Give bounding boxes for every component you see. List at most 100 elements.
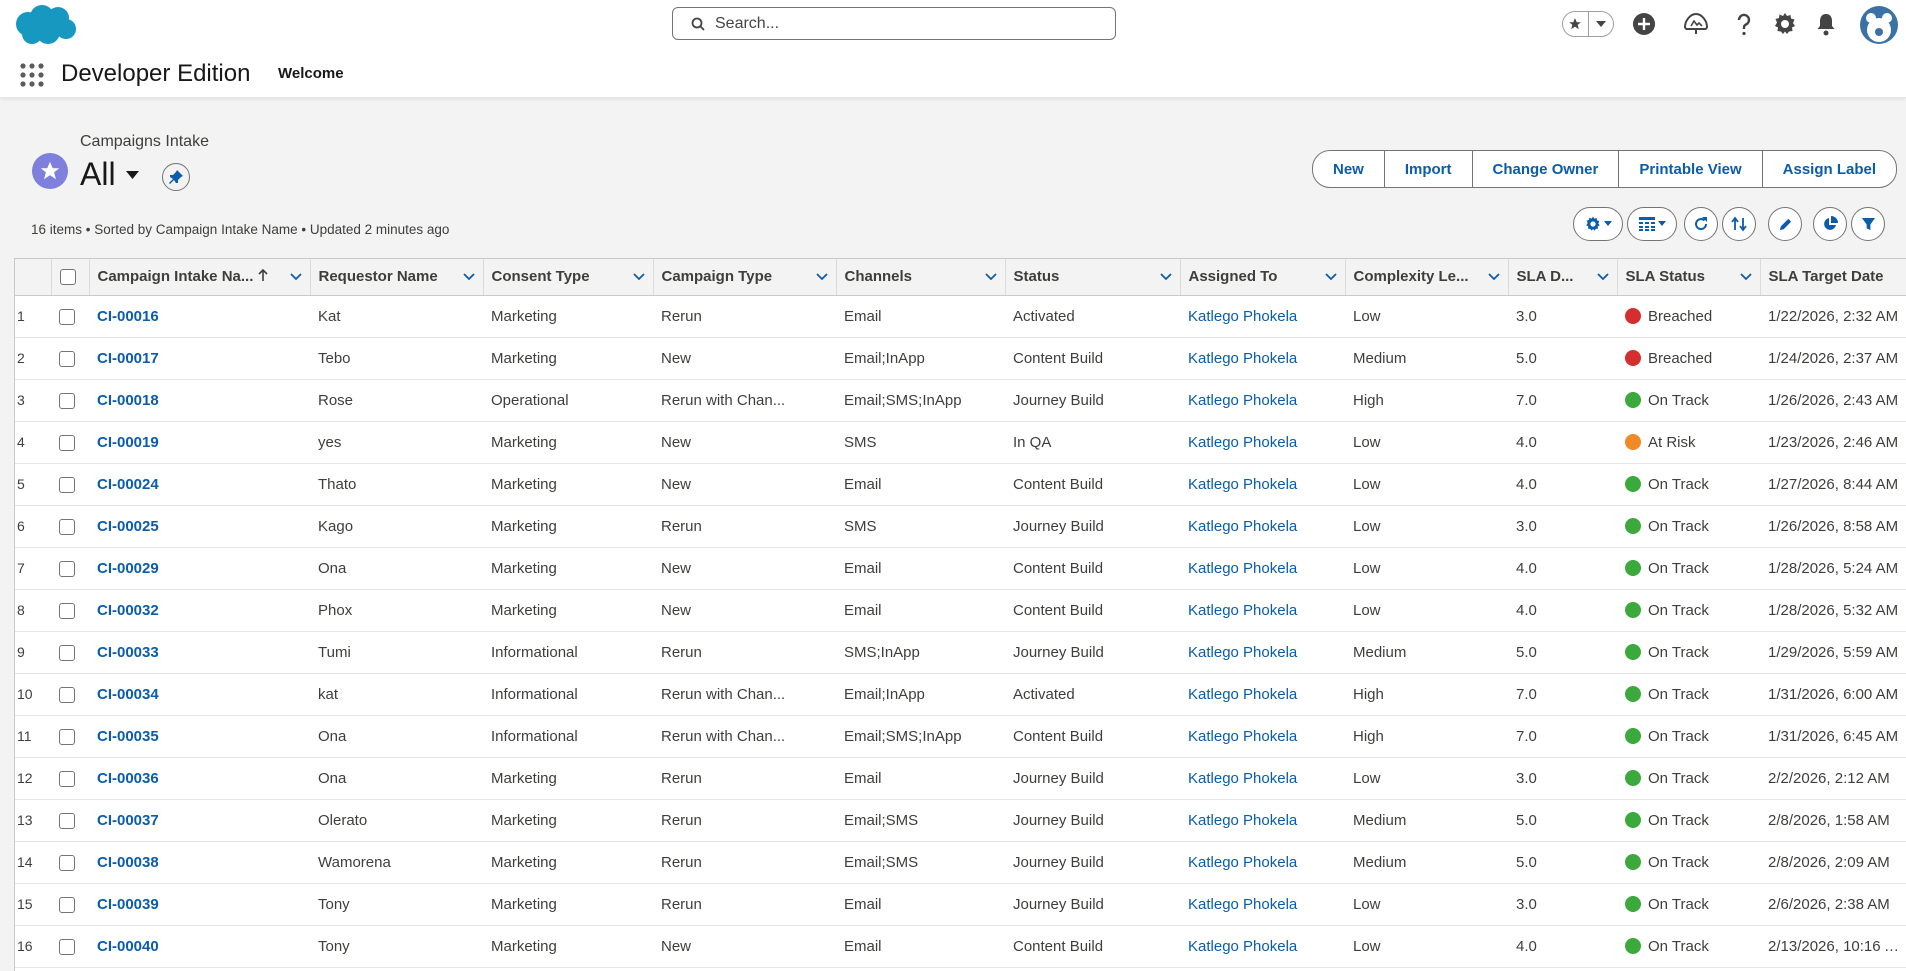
chevron-down-icon[interactable] xyxy=(289,273,302,281)
column-header[interactable]: Consent Type xyxy=(483,259,654,296)
campaign-intake-link[interactable]: CI-00025 xyxy=(97,518,159,535)
change-owner-button[interactable]: Change Owner xyxy=(1473,151,1620,187)
assigned-to-link[interactable]: Katlego Phokela xyxy=(1188,560,1297,577)
row-checkbox[interactable] xyxy=(59,770,75,787)
campaign-intake-link[interactable]: CI-00017 xyxy=(97,350,159,367)
sort-button[interactable] xyxy=(1722,207,1756,241)
campaign-intake-link[interactable]: CI-00029 xyxy=(97,560,159,577)
row-checkbox[interactable] xyxy=(59,350,75,367)
notification-bell-icon[interactable] xyxy=(1815,12,1837,36)
campaign-intake-link[interactable]: CI-00038 xyxy=(97,854,159,871)
display-as-table-button[interactable] xyxy=(1627,207,1677,241)
campaign-intake-link[interactable]: CI-00019 xyxy=(97,434,159,451)
assign-label-button[interactable]: Assign Label xyxy=(1763,151,1896,187)
refresh-button[interactable] xyxy=(1684,207,1718,241)
gear-icon[interactable] xyxy=(1773,12,1797,36)
column-header[interactable]: Campaign Type xyxy=(653,259,837,296)
column-header[interactable]: SLA Target Date xyxy=(1760,259,1906,296)
printable-view-button[interactable]: Printable View xyxy=(1619,151,1763,187)
row-checkbox[interactable] xyxy=(59,476,75,493)
list-view-name[interactable]: All xyxy=(80,156,116,193)
nav-item-welcome[interactable]: Welcome xyxy=(278,65,344,82)
chevron-down-icon[interactable] xyxy=(632,273,645,281)
row-checkbox[interactable] xyxy=(59,854,75,871)
campaign-intake-link[interactable]: CI-00036 xyxy=(97,770,159,787)
row-checkbox[interactable] xyxy=(59,728,75,745)
filter-button[interactable] xyxy=(1851,207,1885,241)
column-header[interactable]: Requestor Name xyxy=(310,259,484,296)
assigned-to-link[interactable]: Katlego Phokela xyxy=(1188,350,1297,367)
row-checkbox[interactable] xyxy=(59,812,75,829)
assigned-to-link[interactable]: Katlego Phokela xyxy=(1188,770,1297,787)
assigned-to-link[interactable]: Katlego Phokela xyxy=(1188,728,1297,745)
favorites-button[interactable] xyxy=(1562,11,1614,37)
trailhead-icon[interactable] xyxy=(1683,12,1709,36)
list-settings-button[interactable] xyxy=(1573,207,1623,241)
chevron-down-icon[interactable] xyxy=(984,273,997,281)
row-checkbox[interactable] xyxy=(59,308,75,325)
row-checkbox[interactable] xyxy=(59,686,75,703)
chevron-down-icon[interactable] xyxy=(1487,273,1500,281)
assigned-to-link[interactable]: Katlego Phokela xyxy=(1188,434,1297,451)
assigned-to-link[interactable]: Katlego Phokela xyxy=(1188,854,1297,871)
row-checkbox[interactable] xyxy=(59,896,75,913)
app-launcher-icon[interactable] xyxy=(20,63,44,87)
campaign-intake-link[interactable]: CI-00037 xyxy=(97,812,159,829)
assigned-to-link[interactable]: Katlego Phokela xyxy=(1188,938,1297,955)
assigned-to-link[interactable]: Katlego Phokela xyxy=(1188,392,1297,409)
user-avatar[interactable] xyxy=(1860,6,1898,44)
new-button[interactable]: New xyxy=(1313,151,1385,187)
campaign-intake-link[interactable]: CI-00040 xyxy=(97,938,159,955)
assigned-to-link[interactable]: Katlego Phokela xyxy=(1188,602,1297,619)
column-header[interactable]: Channels xyxy=(836,259,1006,296)
chevron-down-icon[interactable] xyxy=(1596,273,1609,281)
charts-button[interactable] xyxy=(1813,207,1847,241)
assigned-to-link[interactable]: Katlego Phokela xyxy=(1188,812,1297,829)
records-table: Campaign Intake Na... Requestor Name Con… xyxy=(14,258,1906,971)
campaign-intake-link[interactable]: CI-00032 xyxy=(97,602,159,619)
assigned-to-link[interactable]: Katlego Phokela xyxy=(1188,686,1297,703)
assigned-to-link[interactable]: Katlego Phokela xyxy=(1188,308,1297,325)
row-checkbox[interactable] xyxy=(59,560,75,577)
chevron-down-icon[interactable] xyxy=(462,273,475,281)
list-view-switcher-chevron-icon[interactable] xyxy=(126,171,139,180)
column-header[interactable]: Assigned To xyxy=(1180,259,1346,296)
campaign-intake-link[interactable]: CI-00039 xyxy=(97,896,159,913)
campaign-intake-link[interactable]: CI-00033 xyxy=(97,644,159,661)
column-header[interactable]: Status xyxy=(1005,259,1181,296)
pin-list-view-button[interactable] xyxy=(162,163,190,191)
row-checkbox[interactable] xyxy=(59,938,75,955)
column-header[interactable]: SLA Status xyxy=(1617,259,1761,296)
assigned-to-link[interactable]: Katlego Phokela xyxy=(1188,896,1297,913)
star-icon[interactable] xyxy=(1563,12,1589,36)
campaign-intake-link[interactable]: CI-00018 xyxy=(97,392,159,409)
campaign-intake-link-cell: CI-00018 xyxy=(89,379,310,422)
column-header[interactable]: Campaign Intake Na... xyxy=(89,259,311,296)
row-checkbox[interactable] xyxy=(59,518,75,535)
campaign-intake-link[interactable]: CI-00016 xyxy=(97,308,159,325)
chevron-down-icon[interactable] xyxy=(1159,273,1172,281)
column-header[interactable]: Complexity Le... xyxy=(1345,259,1509,296)
import-button[interactable]: Import xyxy=(1385,151,1473,187)
chevron-down-icon[interactable] xyxy=(1324,273,1337,281)
chevron-down-icon[interactable] xyxy=(1589,12,1614,36)
column-header[interactable]: SLA D... xyxy=(1508,259,1618,296)
inline-edit-button[interactable] xyxy=(1768,207,1802,241)
salesforce-logo-icon[interactable] xyxy=(12,4,78,48)
help-icon[interactable] xyxy=(1734,12,1754,36)
assigned-to-link[interactable]: Katlego Phokela xyxy=(1188,644,1297,661)
add-icon[interactable] xyxy=(1632,12,1656,36)
row-checkbox[interactable] xyxy=(59,602,75,619)
assigned-to-link[interactable]: Katlego Phokela xyxy=(1188,518,1297,535)
row-checkbox[interactable] xyxy=(59,644,75,661)
assigned-to-link[interactable]: Katlego Phokela xyxy=(1188,476,1297,493)
campaign-intake-link[interactable]: CI-00024 xyxy=(97,476,159,493)
chevron-down-icon[interactable] xyxy=(1739,273,1752,281)
global-search-input[interactable]: Search... xyxy=(672,7,1116,40)
campaign-intake-link[interactable]: CI-00034 xyxy=(97,686,159,703)
campaign-intake-link[interactable]: CI-00035 xyxy=(97,728,159,745)
row-checkbox[interactable] xyxy=(59,434,75,451)
select-all-checkbox[interactable] xyxy=(59,269,76,286)
row-checkbox[interactable] xyxy=(59,392,75,409)
chevron-down-icon[interactable] xyxy=(815,273,828,281)
